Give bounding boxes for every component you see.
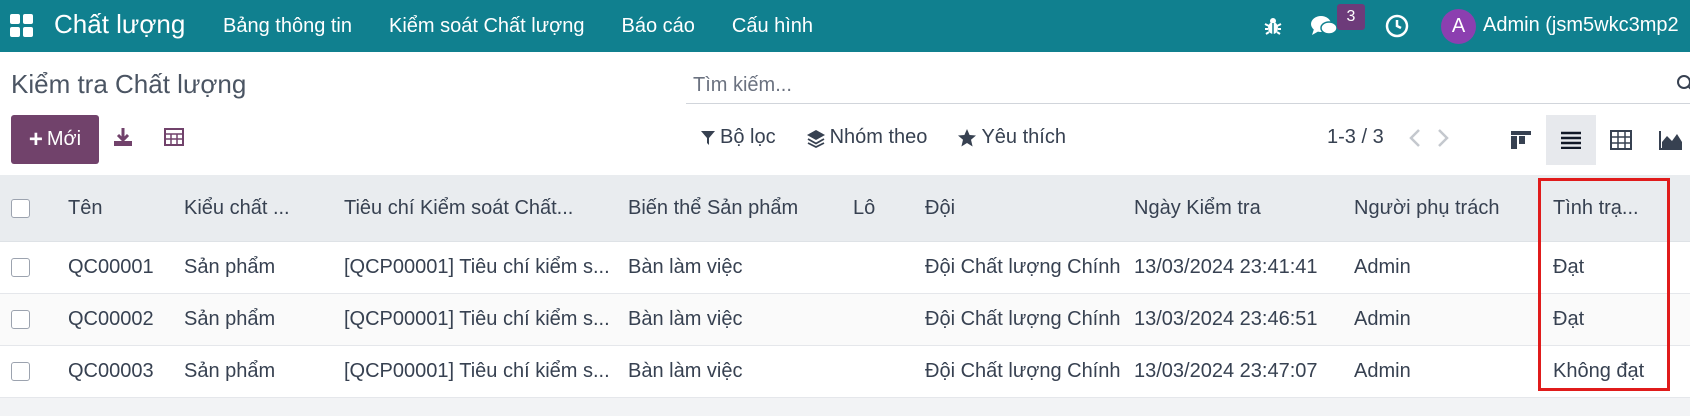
cell-lot — [853, 294, 913, 345]
cell-lot — [853, 242, 913, 293]
table-header: Tên Kiểu chất ... Tiêu chí Kiểm soát Chấ… — [0, 175, 1690, 242]
cell-name: QC00001 — [68, 256, 154, 278]
area-chart-icon — [1659, 131, 1682, 150]
column-header-status[interactable]: Tình trạ... — [1553, 175, 1663, 241]
download-icon[interactable] — [112, 126, 134, 153]
messages-chat-icon[interactable] — [1310, 0, 1338, 52]
cell-product-variant: Bàn làm việc — [628, 308, 743, 330]
apps-menu-icon[interactable] — [10, 14, 34, 38]
cell-responsible: Admin — [1354, 308, 1411, 330]
cell-name: QC00003 — [68, 360, 154, 382]
select-all-checkbox[interactable] — [11, 198, 30, 218]
groupby-label: Nhóm theo — [829, 126, 928, 148]
search-icon[interactable] — [1676, 74, 1690, 99]
pager-value[interactable]: 1-3 / 3 — [1327, 126, 1384, 149]
favorites-label: Yêu thích — [981, 126, 1066, 148]
user-avatar[interactable]: A — [1441, 9, 1476, 44]
cell-responsible: Admin — [1354, 360, 1411, 382]
cell-check-date: 13/03/2024 23:41:41 — [1134, 256, 1318, 278]
new-button-label: Mới — [46, 128, 82, 150]
cell-responsible: Admin — [1354, 256, 1411, 278]
cell-check-date: 13/03/2024 23:46:51 — [1134, 308, 1318, 330]
favorites-dropdown[interactable]: Yêu thích — [957, 126, 1066, 149]
list-view-button[interactable] — [1546, 115, 1596, 165]
filter-dropdown[interactable]: Bộ lọc — [700, 126, 776, 149]
app-title[interactable]: Chất lượng — [54, 9, 185, 40]
menu-item-quality-control[interactable]: Kiểm soát Chất lượng — [389, 15, 584, 38]
cell-control-point: [QCP00001] Tiêu chí kiểm s... — [344, 308, 610, 330]
column-header-check-date[interactable]: Ngày Kiểm tra — [1134, 175, 1334, 241]
plus-icon: + — [28, 125, 43, 153]
view-switcher — [1496, 115, 1690, 165]
cell-control-point: [QCP00001] Tiêu chí kiểm s... — [344, 256, 610, 278]
select-all-cell — [11, 175, 30, 241]
column-header-product-variant[interactable]: Biến thể Sản phẩm — [628, 175, 828, 241]
filter-label: Bộ lọc — [720, 126, 776, 148]
cell-check-date: 13/03/2024 23:47:07 — [1134, 360, 1318, 382]
records-list: Tên Kiểu chất ... Tiêu chí Kiểm soát Chấ… — [0, 175, 1690, 398]
kanban-icon — [1511, 131, 1531, 149]
table-row[interactable]: QC00002 Sản phẩm [QCP00001] Tiêu chí kiể… — [0, 294, 1690, 346]
row-checkbox[interactable] — [11, 258, 30, 277]
menu-item-reporting[interactable]: Báo cáo — [621, 15, 694, 38]
cell-status: Đạt — [1553, 256, 1585, 278]
main-menu: Bảng thông tin Kiểm soát Chất lượng Báo … — [223, 15, 850, 38]
column-header-type[interactable]: Kiểu chất ... — [184, 175, 324, 241]
filter-icon — [701, 130, 715, 145]
star-icon — [958, 128, 977, 146]
row-select-cell — [11, 294, 30, 345]
column-header-control-point[interactable]: Tiêu chí Kiểm soát Chất... — [344, 175, 614, 241]
messages-count-badge: 3 — [1337, 4, 1365, 30]
user-menu-name[interactable]: Admin (jsm5wkc3mp2 — [1483, 14, 1679, 37]
cell-product-variant: Bàn làm việc — [628, 256, 743, 278]
column-header-name[interactable]: Tên — [68, 175, 168, 241]
control-panel: Kiểm tra Chất lượng + Mới Tìm kiếm... Bộ… — [0, 52, 1690, 175]
search-options: Bộ lọc Nhóm theo Yêu thích — [700, 126, 1096, 149]
table-row[interactable]: QC00003 Sản phẩm [QCP00001] Tiêu chí kiể… — [0, 346, 1690, 398]
cell-status: Đạt — [1553, 308, 1585, 330]
row-select-cell — [11, 346, 30, 397]
cell-status: Không đạt — [1553, 360, 1645, 382]
debug-bug-icon[interactable] — [1262, 0, 1284, 52]
new-button[interactable]: + Mới — [11, 115, 99, 164]
cell-team: Đội Chất lượng Chính — [925, 360, 1121, 382]
cell-team: Đội Chất lượng Chính — [925, 308, 1121, 330]
row-checkbox[interactable] — [11, 362, 30, 381]
activity-clock-icon[interactable] — [1385, 0, 1409, 52]
cell-type: Sản phẩm — [184, 360, 276, 382]
pivot-table-icon — [1610, 130, 1632, 150]
column-header-responsible[interactable]: Người phụ trách — [1354, 175, 1534, 241]
kanban-view-button[interactable] — [1496, 115, 1546, 165]
next-page-icon[interactable] — [1436, 128, 1450, 148]
table-row[interactable]: QC00001 Sản phẩm [QCP00001] Tiêu chí kiể… — [0, 242, 1690, 294]
graph-view-button[interactable] — [1646, 115, 1690, 165]
row-checkbox[interactable] — [11, 310, 30, 329]
cell-name: QC00002 — [68, 308, 154, 330]
menu-item-dashboard[interactable]: Bảng thông tin — [223, 15, 352, 38]
top-navbar: Chất lượng Bảng thông tin Kiểm soát Chất… — [0, 0, 1690, 52]
pager-nav — [1408, 128, 1450, 148]
row-select-cell — [11, 242, 30, 293]
cell-type: Sản phẩm — [184, 308, 276, 330]
pivot-view-button[interactable] — [1596, 115, 1646, 165]
cell-type: Sản phẩm — [184, 256, 276, 278]
search-bar[interactable]: Tìm kiếm... — [686, 66, 1690, 104]
cell-product-variant: Bàn làm việc — [628, 360, 743, 382]
previous-page-icon[interactable] — [1408, 128, 1422, 148]
column-header-team[interactable]: Đội — [925, 175, 1125, 241]
column-header-lot[interactable]: Lô — [853, 175, 913, 241]
layers-icon — [806, 129, 825, 148]
cell-team: Đội Chất lượng Chính — [925, 256, 1121, 278]
cell-lot — [853, 346, 913, 397]
menu-item-configuration[interactable]: Cấu hình — [732, 15, 813, 38]
page-title: Kiểm tra Chất lượng — [11, 69, 247, 99]
list-icon — [1561, 131, 1581, 149]
spreadsheet-icon[interactable] — [164, 128, 184, 151]
groupby-dropdown[interactable]: Nhóm theo — [806, 126, 928, 149]
cell-control-point: [QCP00001] Tiêu chí kiểm s... — [344, 360, 610, 382]
search-input[interactable]: Tìm kiếm... — [693, 74, 792, 97]
